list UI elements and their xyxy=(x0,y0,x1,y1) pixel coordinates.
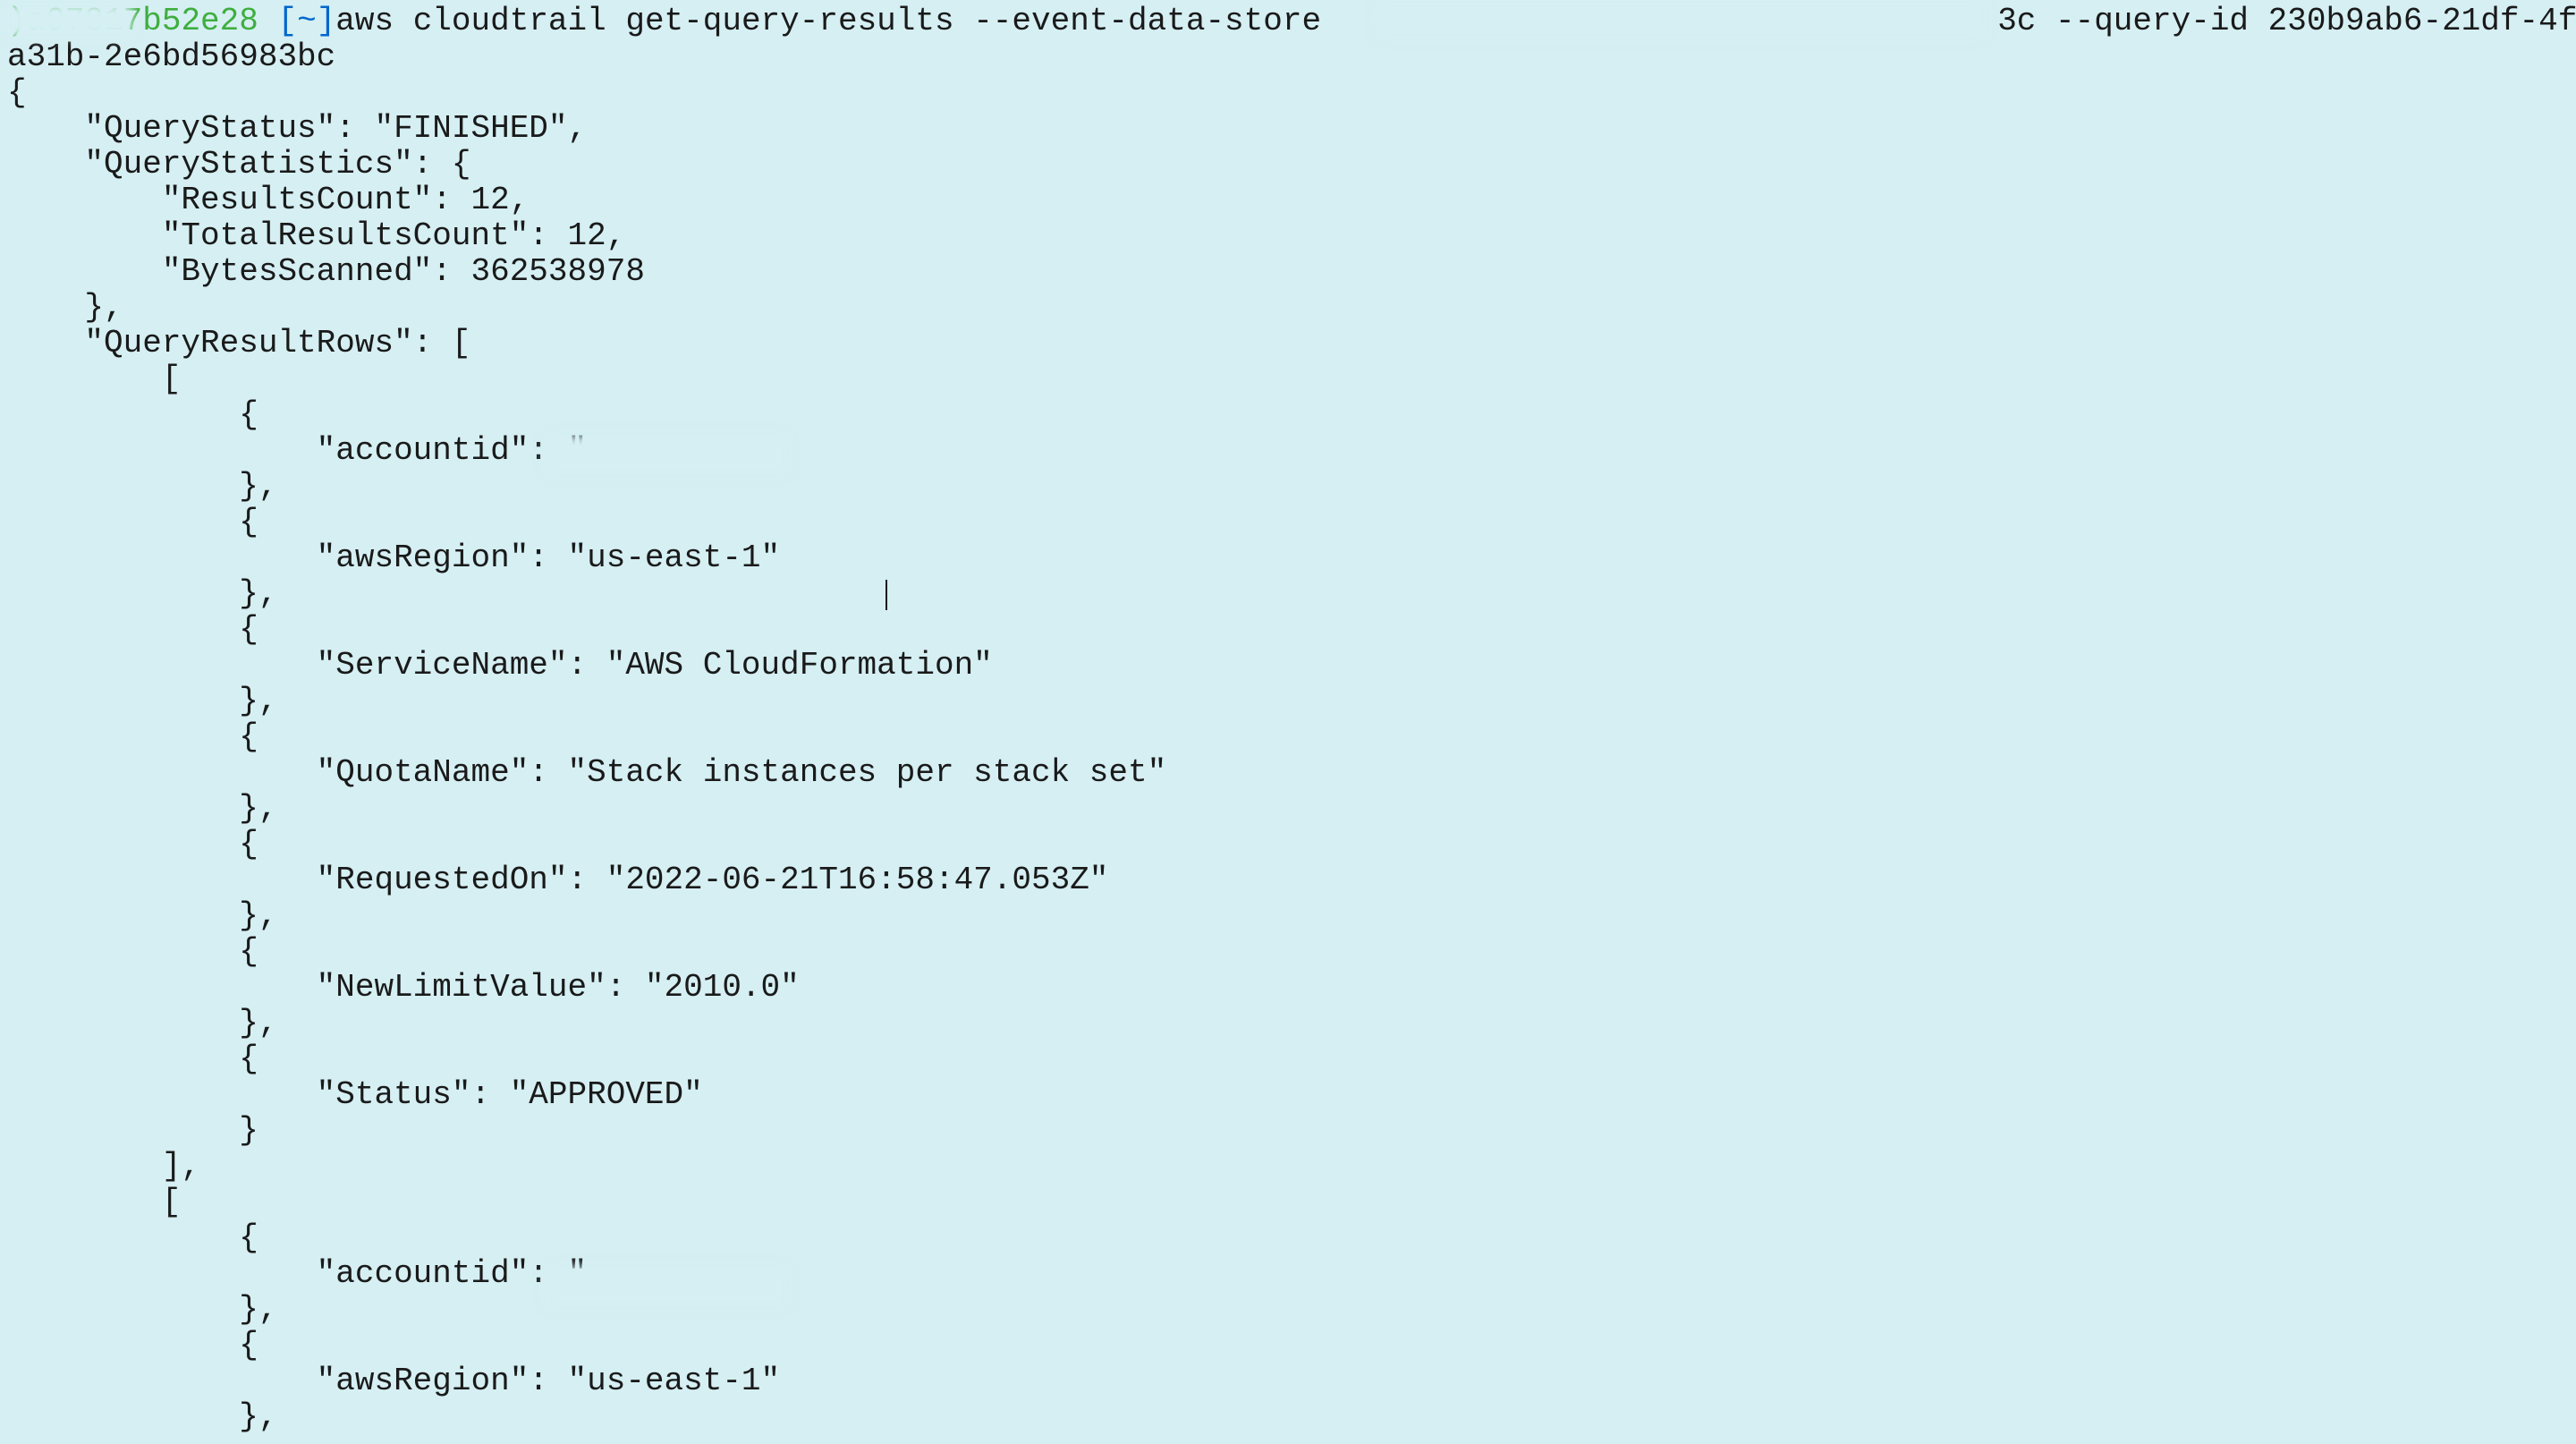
json-obj-open: { xyxy=(7,933,258,970)
json-row0-close: ], xyxy=(7,1148,200,1185)
json-accountid: "accountid": " xyxy=(7,432,838,469)
command-text: aws cloudtrail get-query-results --event… xyxy=(335,3,1321,39)
json-obj-close: }, xyxy=(7,1398,277,1435)
json-total-results-count: "TotalResultsCount": 12, xyxy=(7,217,625,254)
json-quotaname: "QuotaName": "Stack instances per stack … xyxy=(7,754,1166,791)
json-stats-close: }, xyxy=(7,289,123,326)
json-stats-open: "QueryStatistics": { xyxy=(7,146,470,183)
json-row0-open: [ xyxy=(7,361,181,397)
json-obj-close: }, xyxy=(7,790,277,827)
json-obj-open: { xyxy=(7,611,258,648)
json-obj-close: }, xyxy=(7,1005,277,1041)
json-newlimitvalue: "NewLimitValue": "2010.0" xyxy=(7,969,800,1006)
text-cursor xyxy=(886,580,887,610)
json-obj-close: }, xyxy=(7,897,277,934)
json-rows-open: "QueryResultRows": [ xyxy=(7,325,470,361)
json-obj-close: }, xyxy=(7,575,277,612)
json-obj-open: { xyxy=(7,826,258,862)
json-obj-close: }, xyxy=(7,1291,277,1328)
json-obj-open: { xyxy=(7,718,258,755)
json-query-status: "QueryStatus": "FINISHED", xyxy=(7,110,587,147)
json-requestedon: "RequestedOn": "2022-06-21T16:58:47.053Z… xyxy=(7,862,1108,898)
prompt-host: a07817b52e28 xyxy=(27,3,258,39)
command-tail: 3c --query-id 230b9ab6-21df-4f86- xyxy=(1997,3,2576,39)
prompt-host-prefix: ) xyxy=(7,3,27,39)
json-obj-close: } xyxy=(7,1112,258,1149)
terminal-output[interactable]: )a07817b52e28 [~]aws cloudtrail get-quer… xyxy=(7,4,2569,1435)
json-servicename: "ServiceName": "AWS CloudFormation" xyxy=(7,647,993,684)
json-obj-close: }, xyxy=(7,468,277,505)
json-obj-open: { xyxy=(7,1219,258,1256)
json-obj-close: }, xyxy=(7,683,277,719)
json-row1-open: [ xyxy=(7,1184,181,1220)
json-obj-open: { xyxy=(7,1041,258,1077)
json-accountid-2: "accountid": " xyxy=(7,1255,838,1292)
json-status: "Status": "APPROVED" xyxy=(7,1076,703,1113)
json-bytes-scanned: "BytesScanned": 362538978 xyxy=(7,253,645,290)
command-wrap: a31b-2e6bd56983bc xyxy=(7,38,335,75)
json-obj-open: { xyxy=(7,504,258,540)
json-obj-open: { xyxy=(7,1327,258,1363)
json-open: { xyxy=(7,74,27,111)
json-results-count: "ResultsCount": 12, xyxy=(7,182,529,218)
json-awsregion-2: "awsRegion": "us-east-1" xyxy=(7,1363,780,1399)
prompt-path: [~] xyxy=(277,3,335,39)
command-gap xyxy=(1321,3,1997,39)
json-obj-open: { xyxy=(7,396,258,433)
json-awsregion: "awsRegion": "us-east-1" xyxy=(7,539,780,576)
